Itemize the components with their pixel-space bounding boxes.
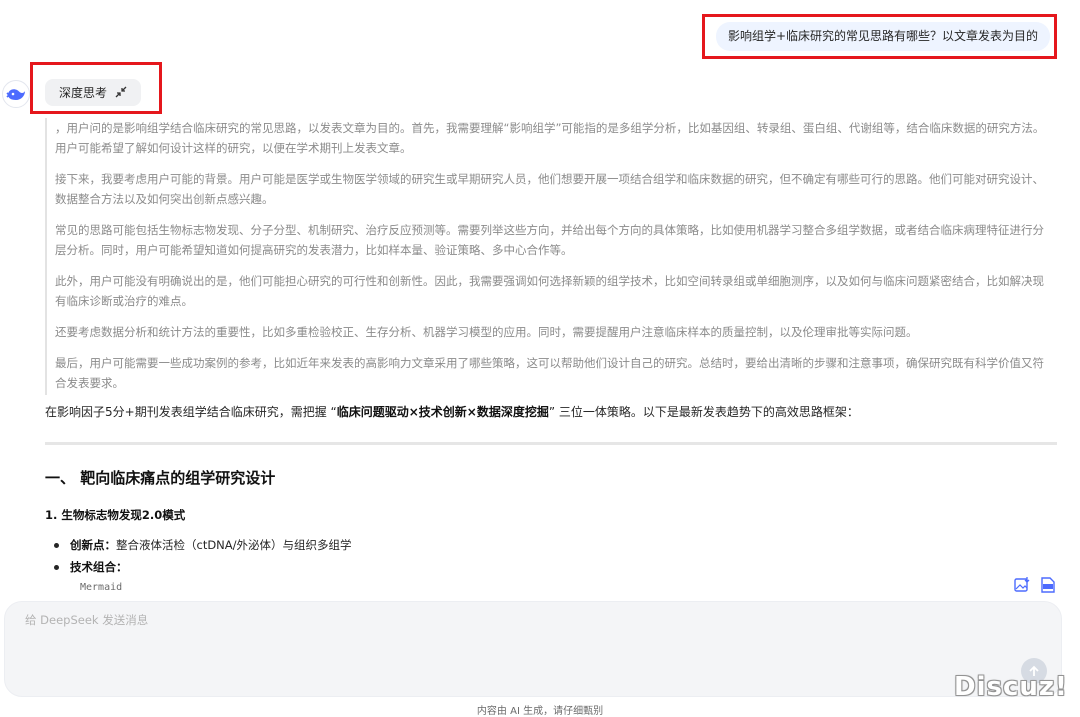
bullet-label: 技术组合：	[70, 560, 128, 574]
subsection-title: 1. 生物标志物发现2.0模式	[45, 508, 186, 522]
forum-watermark: Discuz!	[954, 672, 1068, 702]
answer-intro-bold: 临床问题驱动×技术创新×数据深度挖掘	[336, 405, 549, 419]
bullet-list: 创新点：整合液体活检（ctDNA/外泌体）与组织多组学 技术组合：	[45, 534, 1060, 578]
svg-download-icon	[1041, 577, 1055, 593]
section-title: 一、 靶向临床痛点的组学研究设计	[45, 469, 276, 487]
answer-intro-after: ” 三位一体策略。以下是最新发表趋势下的高效思路框架：	[548, 405, 859, 419]
reasoning-paragraph: ，用户问的是影响组学结合临床研究的常见思路，以发表文章为目的。首先，我需要理解“…	[55, 121, 1045, 155]
bullet-label: 创新点：	[70, 538, 116, 552]
code-language-label: Mermaid	[80, 582, 123, 593]
user-message-bubble: 影响组学+临床研究的常见思路有哪些？以文章发表为目的	[716, 22, 1051, 51]
reasoning-block: ，用户问的是影响组学结合临床研究的常见思路，以发表文章为目的。首先，我需要理解“…	[45, 118, 1055, 395]
bullet-text: 整合液体活检（ctDNA/外泌体）与组织多组学	[116, 538, 352, 552]
collapse-icon	[115, 86, 127, 98]
list-item: 技术组合：	[54, 556, 1060, 578]
list-item: 创新点：整合液体活检（ctDNA/外泌体）与组织多组学	[54, 534, 1060, 556]
download-image-button[interactable]	[1013, 576, 1031, 594]
chat-page: 影响组学+临床研究的常见思路有哪些？以文章发表为目的 深度思考 ，用户问的是影响…	[0, 0, 1080, 717]
deepseek-whale-icon	[6, 89, 25, 100]
reasoning-paragraph: 最后，用户可能需要一些成功案例的参考，比如近年来发表的高影响力文章采用了哪些策略…	[55, 356, 1044, 390]
ai-disclaimer: 内容由 AI 生成，请仔细甄别	[476, 706, 604, 717]
deep-think-label: 深度思考	[59, 86, 108, 100]
message-input-box[interactable]: 给 DeepSeek 发送消息	[4, 601, 1062, 697]
reasoning-paragraph: 此外，用户可能没有明确说出的是，他们可能担心研究的可行性和创新性。因此，我需要强…	[55, 274, 1044, 308]
section-divider	[45, 442, 1057, 445]
reasoning-paragraph: 常见的思路可能包括生物标志物发现、分子分型、机制研究、治疗反应预测等。需要列举这…	[55, 223, 1044, 257]
image-download-icon	[1014, 577, 1030, 592]
deepseek-avatar	[2, 80, 30, 108]
answer-block: 在影响因子5分+期刊发表组学结合临床研究，需把握 “临床问题驱动×技术创新×数据…	[45, 402, 1060, 593]
deep-think-toggle[interactable]: 深度思考	[45, 79, 141, 106]
answer-intro: 在影响因子5分+期刊发表组学结合临床研究，需把握 “临床问题驱动×技术创新×数据…	[45, 402, 1060, 422]
answer-intro-before: 在影响因子5分+期刊发表组学结合临床研究，需把握 “	[45, 405, 337, 419]
message-input-placeholder: 给 DeepSeek 发送消息	[25, 613, 149, 627]
reasoning-paragraph: 接下来，我要考虑用户可能的背景。用户可能是医学或生物医学领域的研究生或早期研究人…	[55, 172, 1044, 206]
reasoning-paragraph: 还要考虑数据分析和统计方法的重要性，比如多重检验校正、生存分析、机器学习模型的应…	[55, 325, 918, 339]
download-svg-button[interactable]	[1039, 576, 1057, 594]
